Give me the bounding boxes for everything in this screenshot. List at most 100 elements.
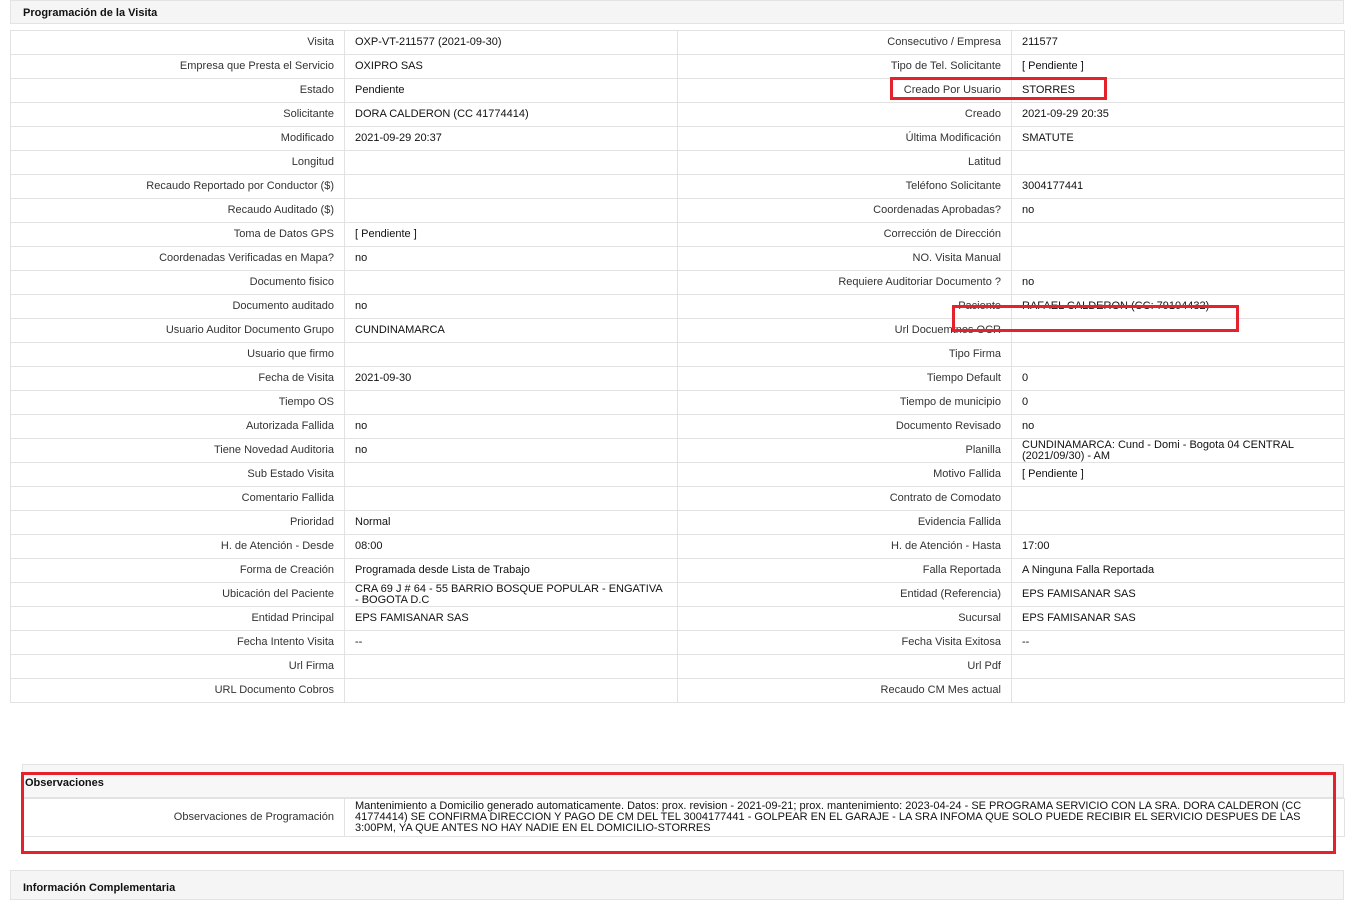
table-row: Documento fisico Requiere Auditoriar Docu… xyxy=(10,270,1345,295)
field-value: RAFAEL CALDERON (CC: 79104432) xyxy=(1011,294,1345,319)
field-value: DORA CALDERON (CC 41774414) xyxy=(344,102,678,127)
field-label: Empresa que Presta el Servicio xyxy=(10,54,345,79)
observations-value: Mantenimiento a Domicilio generado autom… xyxy=(344,798,1345,837)
field-value xyxy=(344,174,678,199)
field-label: Fecha Intento Visita xyxy=(10,630,345,655)
field-label: Fecha Visita Exitosa xyxy=(677,630,1012,655)
field-label: Url Pdf xyxy=(677,654,1012,679)
field-label: Motivo Fallida xyxy=(677,462,1012,487)
field-label: Sucursal xyxy=(677,606,1012,631)
table-row: Empresa que Presta el Servicio OXIPRO SAS… xyxy=(10,54,1345,79)
field-value xyxy=(1011,678,1345,703)
field-value: EPS FAMISANAR SAS xyxy=(1011,582,1345,607)
field-value xyxy=(1011,342,1345,367)
table-row: Modificado 2021-09-29 20:37 Última Modific… xyxy=(10,126,1345,151)
field-label: Creado Por Usuario xyxy=(677,78,1012,103)
field-value: STORRES xyxy=(1011,78,1345,103)
field-label: Teléfono Solicitante xyxy=(677,174,1012,199)
field-label: Documento Revisado xyxy=(677,414,1012,439)
table-row: Prioridad Normal Evidencia Fallida xyxy=(10,510,1345,535)
field-label: Tiempo OS xyxy=(10,390,345,415)
field-value: 2021-09-29 20:37 xyxy=(344,126,678,151)
field-label: Url Docuemtnos OCR xyxy=(677,318,1012,343)
field-label: Coordenadas Aprobadas? xyxy=(677,198,1012,223)
field-label: Tipo Firma xyxy=(677,342,1012,367)
field-value: CUNDINAMARCA: Cund - Domi - Bogota 04 CE… xyxy=(1011,438,1345,463)
field-value: Programada desde Lista de Trabajo xyxy=(344,558,678,583)
field-value xyxy=(344,198,678,223)
field-label: Longitud xyxy=(10,150,345,175)
visit-details-table: Visita OXP-VT-211577 (2021-09-30) Consecut… xyxy=(10,30,1345,703)
field-label: Entidad Principal xyxy=(10,606,345,631)
observations-table: Observaciones de Programación Mantenimie… xyxy=(22,798,1345,837)
field-label: Usuario Auditor Documento Grupo xyxy=(10,318,345,343)
field-value xyxy=(1011,486,1345,511)
field-label: Visita xyxy=(10,30,345,55)
table-row: Fecha Intento Visita -- Fecha Visita Exito… xyxy=(10,630,1345,655)
field-value: OXIPRO SAS xyxy=(344,54,678,79)
field-label: Tipo de Tel. Solicitante xyxy=(677,54,1012,79)
visit-schedule-panel: Programación de la Visita Visita OXP-VT-2… xyxy=(10,0,1345,703)
table-row: Url Firma Url Pdf xyxy=(10,654,1345,679)
field-label: Paciente xyxy=(677,294,1012,319)
observations-panel: Observaciones Observaciones de Programac… xyxy=(22,764,1345,837)
field-value xyxy=(1011,150,1345,175)
field-value: [ Pendiente ] xyxy=(344,222,678,247)
field-label: Forma de Creación xyxy=(10,558,345,583)
field-value xyxy=(1011,246,1345,271)
field-value: no xyxy=(344,414,678,439)
field-label: Latitud xyxy=(677,150,1012,175)
field-value xyxy=(1011,654,1345,679)
field-value: no xyxy=(344,438,678,463)
field-value: -- xyxy=(1011,630,1345,655)
field-value xyxy=(344,462,678,487)
field-value: EPS FAMISANAR SAS xyxy=(344,606,678,631)
field-label: Autorizada Fallida xyxy=(10,414,345,439)
field-value: EPS FAMISANAR SAS xyxy=(1011,606,1345,631)
field-value: A Ninguna Falla Reportada xyxy=(1011,558,1345,583)
field-value: CRA 69 J # 64 - 55 BARRIO BOSQUE POPULAR… xyxy=(344,582,678,607)
table-row: Ubicación del Paciente CRA 69 J # 64 - 55… xyxy=(10,582,1345,607)
table-row: Coordenadas Verificadas en Mapa? no NO. Vi… xyxy=(10,246,1345,271)
field-value: [ Pendiente ] xyxy=(1011,54,1345,79)
field-label: H. de Atención - Hasta xyxy=(677,534,1012,559)
field-value: no xyxy=(1011,270,1345,295)
field-label: Recaudo Auditado ($) xyxy=(10,198,345,223)
field-value: 211577 xyxy=(1011,30,1345,55)
field-label: Documento fisico xyxy=(10,270,345,295)
table-row: URL Documento Cobros Recaudo CM Mes actua… xyxy=(10,678,1345,703)
field-value: 3004177441 xyxy=(1011,174,1345,199)
field-value: Normal xyxy=(344,510,678,535)
field-value xyxy=(344,342,678,367)
field-value: OXP-VT-211577 (2021-09-30) xyxy=(344,30,678,55)
field-label: Sub Estado Visita xyxy=(10,462,345,487)
table-row: Estado Pendiente Creado Por Usuario STORRES xyxy=(10,78,1345,103)
table-row: Toma de Datos GPS[ Pendiente ] Corrección… xyxy=(10,222,1345,247)
field-label: Tiempo Default xyxy=(677,366,1012,391)
field-value: [ Pendiente ] xyxy=(1011,462,1345,487)
table-row: Observaciones de Programación Mantenimie… xyxy=(22,798,1345,837)
field-value xyxy=(1011,222,1345,247)
table-row: Fecha de Visita 2021-09-30 Tiempo Default 0 xyxy=(10,366,1345,391)
field-label: Estado xyxy=(10,78,345,103)
table-row: Recaudo Reportado por Conductor ($) Teléf… xyxy=(10,174,1345,199)
observations-label: Observaciones de Programación xyxy=(22,798,345,837)
field-value: no xyxy=(344,294,678,319)
field-label: Prioridad xyxy=(10,510,345,535)
field-label: Evidencia Fallida xyxy=(677,510,1012,535)
field-label: Corrección de Dirección xyxy=(677,222,1012,247)
field-label: H. de Atención - Desde xyxy=(10,534,345,559)
field-value xyxy=(344,654,678,679)
field-value xyxy=(344,486,678,511)
field-label: Falla Reportada xyxy=(677,558,1012,583)
field-label: Documento auditado xyxy=(10,294,345,319)
table-row: Solicitante DORA CALDERON (CC 41774414) Cr… xyxy=(10,102,1345,127)
field-label: Url Firma xyxy=(10,654,345,679)
table-row: Autorizada Fallida no Documento Revisado no xyxy=(10,414,1345,439)
field-label: Contrato de Comodato xyxy=(677,486,1012,511)
field-label: Planilla xyxy=(677,438,1012,463)
table-row: Usuario que firmo Tipo Firma xyxy=(10,342,1345,367)
field-value: 0 xyxy=(1011,366,1345,391)
field-label: Ubicación del Paciente xyxy=(10,582,345,607)
table-row: Tiempo OS Tiempo de municipio 0 xyxy=(10,390,1345,415)
